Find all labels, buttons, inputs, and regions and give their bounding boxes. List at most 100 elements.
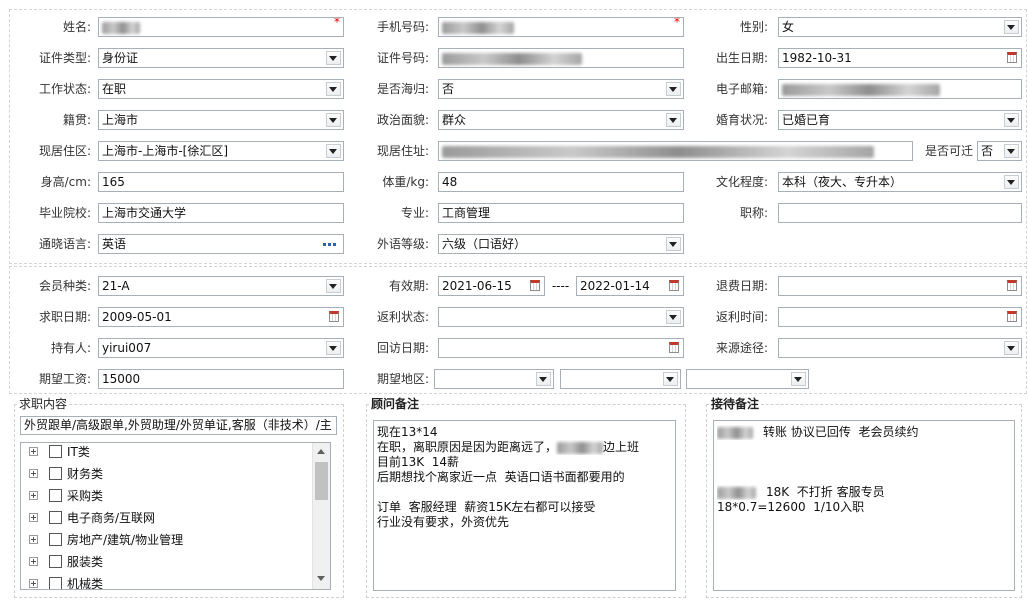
tree-item[interactable]: 电子商务/互联网 (21, 507, 311, 529)
address-input[interactable] (438, 141, 913, 161)
checkbox-icon[interactable] (49, 511, 62, 524)
birth-date-input[interactable]: 1982-10-31 (778, 48, 1022, 68)
id-number-input[interactable] (438, 48, 684, 68)
languages-input[interactable]: 英语 (98, 234, 344, 254)
tree-item[interactable]: 机械类 (21, 573, 311, 589)
plus-square-icon[interactable] (29, 469, 38, 478)
chevron-down-icon[interactable] (666, 82, 681, 96)
calendar-icon[interactable] (530, 280, 540, 291)
reception-notes-textarea[interactable]: 转账 协议已回传 老会员续约 18K 不打折 客服专员 18*0.7=12600… (713, 420, 1015, 591)
name-label: 姓名: (62, 20, 91, 34)
height-input[interactable]: 165 (98, 172, 344, 192)
checkbox-icon[interactable] (49, 489, 62, 502)
expected-salary-input[interactable]: 15000 (98, 369, 344, 389)
job-intent-selected-text: 外贸跟单/高级跟单,外贸助理/外贸单证,客服（非技术）/主 (24, 418, 332, 432)
tree-item[interactable]: IT类 (21, 443, 311, 463)
expected-area-select-1[interactable] (434, 369, 554, 389)
job-category-tree[interactable]: IT类 财务类 采购类 电子商务/互联网 房地产/建筑/物业管理 服装类 机械类 (20, 442, 331, 590)
scrollbar-thumb[interactable] (315, 462, 328, 500)
member-type-select[interactable]: 21-A (98, 276, 344, 296)
tree-item[interactable]: 采购类 (21, 485, 311, 507)
major-input[interactable]: 工商管理 (438, 203, 684, 223)
birth-date-label: 出生日期: (715, 51, 768, 65)
email-input[interactable] (778, 79, 1022, 99)
returnee-select[interactable]: 否 (438, 79, 684, 99)
plus-square-icon[interactable] (29, 579, 38, 588)
work-status-select[interactable]: 在职 (98, 79, 344, 99)
scroll-down-arrow-icon[interactable] (313, 571, 330, 587)
id-type-select[interactable]: 身份证 (98, 48, 344, 68)
relocatable-select[interactable]: 否 (977, 141, 1022, 161)
calendar-icon[interactable] (329, 311, 339, 322)
name-input[interactable]: * (98, 17, 344, 37)
education-label: 文化程度: (715, 175, 768, 189)
tree-item[interactable]: 服装类 (21, 551, 311, 573)
marital-status-value: 已婚已育 (782, 113, 831, 127)
expected-area-select-3[interactable] (686, 369, 809, 389)
plus-square-icon[interactable] (29, 557, 38, 566)
gender-select[interactable]: 女 (778, 17, 1022, 37)
marital-status-select[interactable]: 已婚已育 (778, 110, 1022, 130)
chevron-down-icon[interactable] (666, 237, 681, 251)
chevron-down-icon[interactable] (791, 372, 806, 386)
school-value: 上海市交通大学 (102, 206, 187, 220)
birth-date-value: 1982-10-31 (782, 51, 852, 65)
calendar-icon[interactable] (669, 342, 679, 353)
validity-to-input[interactable]: 2022-01-14 (576, 276, 684, 296)
chevron-down-icon[interactable] (666, 310, 681, 324)
education-select[interactable]: 本科（夜大、专升本） (778, 172, 1022, 192)
checkbox-icon[interactable] (49, 533, 62, 546)
weight-input[interactable]: 48 (438, 172, 684, 192)
native-place-select[interactable]: 上海市 (98, 110, 344, 130)
chevron-down-icon[interactable] (326, 113, 341, 127)
checkbox-icon[interactable] (49, 467, 62, 480)
plus-square-icon[interactable] (29, 535, 38, 544)
chevron-down-icon[interactable] (1004, 20, 1019, 34)
calendar-icon[interactable] (669, 280, 679, 291)
apply-date-input[interactable]: 2009-05-01 (98, 307, 344, 327)
ellipsis-icon[interactable] (323, 243, 337, 247)
chevron-down-icon[interactable] (1004, 144, 1019, 158)
chevron-down-icon[interactable] (326, 51, 341, 65)
job-title-input[interactable] (778, 203, 1022, 223)
job-intent-text-input[interactable]: 外贸跟单/高级跟单,外贸助理/外贸单证,客服（非技术）/主 (20, 416, 337, 435)
district-select[interactable]: 上海市-上海市-[徐汇区] (98, 141, 344, 161)
chevron-down-icon[interactable] (666, 113, 681, 127)
chevron-down-icon[interactable] (1004, 175, 1019, 189)
validity-from-input[interactable]: 2021-06-15 (438, 276, 545, 296)
chevron-down-icon[interactable] (1004, 341, 1019, 355)
chevron-down-icon[interactable] (1004, 113, 1019, 127)
vertical-scrollbar[interactable] (312, 443, 330, 589)
consultant-notes-textarea[interactable]: 现在13*14 在职，离职原因是因为距离远了， 边上班 目前13K 14薪 后期想… (373, 420, 676, 591)
holder-select[interactable]: yirui007 (98, 338, 344, 358)
chevron-down-icon[interactable] (326, 341, 341, 355)
school-input[interactable]: 上海市交通大学 (98, 203, 344, 223)
plus-square-icon[interactable] (29, 513, 38, 522)
rebate-status-select[interactable] (438, 307, 684, 327)
rebate-time-input[interactable] (778, 307, 1022, 327)
plus-square-icon[interactable] (29, 447, 38, 456)
plus-square-icon[interactable] (29, 491, 38, 500)
checkbox-icon[interactable] (49, 555, 62, 568)
calendar-icon[interactable] (1007, 311, 1017, 322)
chevron-down-icon[interactable] (663, 372, 678, 386)
followup-date-input[interactable] (438, 338, 684, 358)
political-status-select[interactable]: 群众 (438, 110, 684, 130)
mobile-input[interactable]: * (438, 17, 684, 37)
chevron-down-icon[interactable] (326, 144, 341, 158)
tree-item[interactable]: 财务类 (21, 463, 311, 485)
checkbox-icon[interactable] (49, 445, 62, 458)
chevron-down-icon[interactable] (326, 82, 341, 96)
scroll-up-arrow-icon[interactable] (313, 444, 330, 460)
calendar-icon[interactable] (1007, 280, 1017, 291)
chevron-down-icon[interactable] (536, 372, 551, 386)
refund-date-input[interactable] (778, 276, 1022, 296)
source-select[interactable] (778, 338, 1022, 358)
chevron-down-icon[interactable] (326, 279, 341, 293)
tree-item[interactable]: 房地产/建筑/物业管理 (21, 529, 311, 551)
consultant-notes-legend: 顾问备注 (369, 396, 422, 412)
calendar-icon[interactable] (1007, 52, 1017, 63)
expected-area-select-2[interactable] (560, 369, 681, 389)
language-level-select[interactable]: 六级（口语好） (438, 234, 684, 254)
checkbox-icon[interactable] (49, 577, 62, 589)
